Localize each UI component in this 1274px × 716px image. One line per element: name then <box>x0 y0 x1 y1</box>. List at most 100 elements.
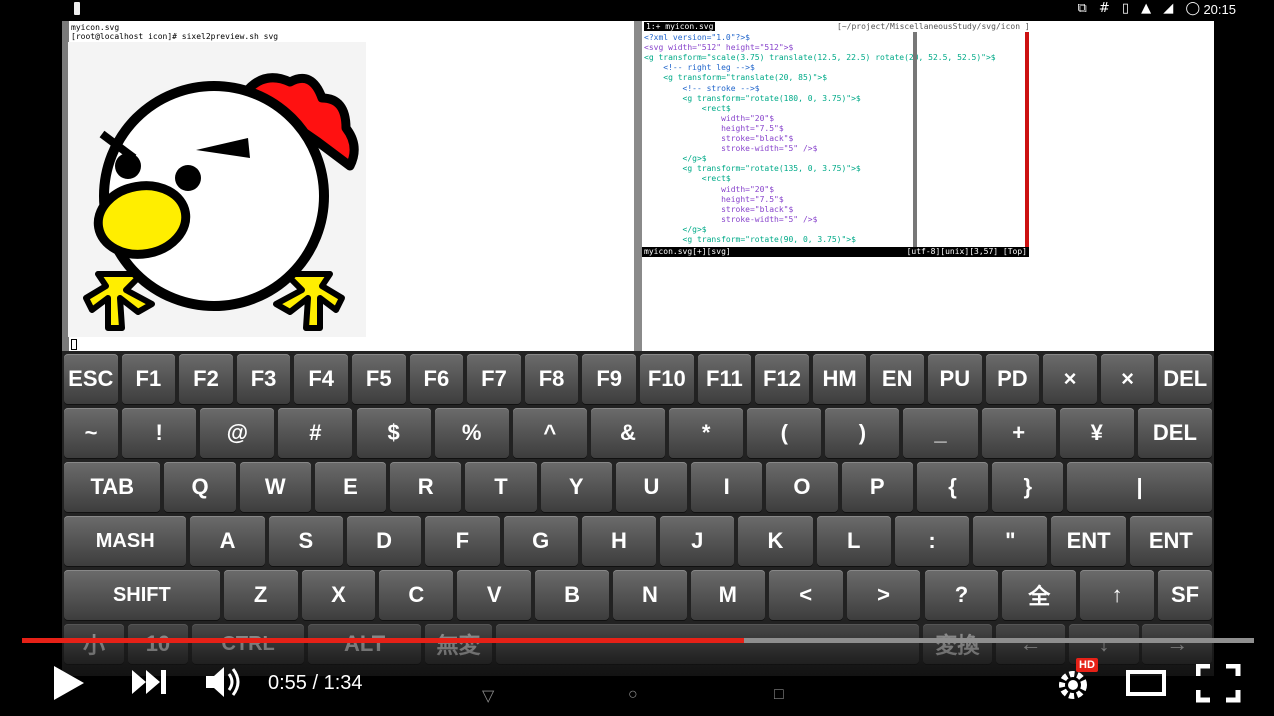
key-y[interactable]: Y <box>540 462 612 512</box>
key-f1[interactable]: F1 <box>121 354 176 404</box>
key-r[interactable]: R <box>390 462 462 512</box>
back-icon[interactable]: ▽ <box>482 686 494 706</box>
key-q[interactable]: Q <box>164 462 236 512</box>
key-n[interactable]: N <box>613 570 687 620</box>
key-p[interactable]: P <box>841 462 913 512</box>
play-icon[interactable] <box>50 664 86 702</box>
key-t[interactable]: T <box>465 462 537 512</box>
home-icon[interactable]: ○ <box>628 686 638 704</box>
key-j[interactable]: J <box>660 516 735 566</box>
key-symbol[interactable]: { <box>916 462 989 512</box>
key-w[interactable]: W <box>239 462 311 512</box>
key-symbol[interactable]: × <box>1043 354 1097 404</box>
fullscreen-icon[interactable] <box>1196 664 1242 704</box>
key-symbol[interactable]: 全 <box>1002 570 1077 620</box>
key-tab[interactable]: TAB <box>64 462 161 512</box>
key-symbol[interactable]: + <box>981 408 1056 458</box>
key-g[interactable]: G <box>503 516 578 566</box>
key-f9[interactable]: F9 <box>582 354 636 404</box>
terminal-cursor <box>71 339 77 350</box>
key-symbol[interactable]: ? <box>924 570 999 620</box>
key-v[interactable]: V <box>457 570 532 620</box>
next-icon[interactable] <box>130 668 170 696</box>
key-u[interactable]: U <box>615 462 688 512</box>
key-hm[interactable]: HM <box>812 354 867 404</box>
key-symbol[interactable]: & <box>590 408 666 458</box>
vim-code-line: <?xml version="1.0"?>$ <box>644 33 750 42</box>
key-f10[interactable]: F10 <box>640 354 694 404</box>
key-k[interactable]: K <box>738 516 813 566</box>
key-d[interactable]: D <box>346 516 422 566</box>
key-symbol[interactable]: | <box>1067 462 1212 512</box>
key-e[interactable]: E <box>314 462 387 512</box>
key-symbol[interactable]: : <box>894 516 970 566</box>
key-symbol[interactable]: % <box>434 408 509 458</box>
key-i[interactable]: I <box>691 462 763 512</box>
vim-tabline: 1:+ myicon.svg [~/project/MiscellaneousS… <box>642 22 1029 32</box>
key-ent[interactable]: ENT <box>1051 516 1126 566</box>
theater-icon[interactable] <box>1126 670 1168 696</box>
key-a[interactable]: A <box>190 516 265 566</box>
key-o[interactable]: O <box>766 462 838 512</box>
key-symbol[interactable]: ^ <box>512 408 587 458</box>
vim-tab-active[interactable]: 1:+ myicon.svg <box>644 22 716 31</box>
key-symbol[interactable]: _ <box>903 408 978 458</box>
key-mash[interactable]: MASH <box>64 516 187 566</box>
key-symbol[interactable]: $ <box>356 408 431 458</box>
key-symbol[interactable]: ) <box>825 408 900 458</box>
key-symbol[interactable]: @ <box>200 408 275 458</box>
key-f3[interactable]: F3 <box>236 354 291 404</box>
vim-code-line: <g transform="rotate(135, 0, 3.75)">$ <box>644 164 861 174</box>
key-f12[interactable]: F12 <box>755 354 809 404</box>
key-symbol[interactable]: > <box>846 570 921 620</box>
key-x[interactable]: X <box>301 570 376 620</box>
key-symbol[interactable]: ~ <box>64 408 119 458</box>
key-symbol[interactable]: # <box>278 408 353 458</box>
key-ent[interactable]: ENT <box>1129 516 1212 566</box>
chick-preview-image <box>68 42 366 337</box>
key-en[interactable]: EN <box>870 354 924 404</box>
key-s[interactable]: S <box>268 516 343 566</box>
key-symbol[interactable]: < <box>768 570 843 620</box>
key-pu[interactable]: PU <box>928 354 982 404</box>
key-h[interactable]: H <box>581 516 657 566</box>
key-f4[interactable]: F4 <box>294 354 348 404</box>
key-f6[interactable]: F6 <box>409 354 464 404</box>
key-b[interactable]: B <box>535 570 610 620</box>
key-symbol[interactable]: ! <box>122 408 197 458</box>
terminal-line: myicon.svg <box>71 23 120 32</box>
key-sf[interactable]: SF <box>1158 570 1212 620</box>
key-pd[interactable]: PD <box>985 354 1040 404</box>
key-symbol[interactable]: ↑ <box>1080 570 1155 620</box>
key-l[interactable]: L <box>816 516 891 566</box>
status-bar: ⧉ # ▯ ▲ ◢ ◯ 20:15 <box>0 0 1274 20</box>
vim-editor[interactable]: 1:+ myicon.svg [~/project/MiscellaneousS… <box>642 21 1029 257</box>
pane-divider[interactable] <box>634 21 642 351</box>
key-symbol[interactable]: ( <box>747 408 822 458</box>
volume-icon[interactable] <box>204 664 244 700</box>
key-c[interactable]: C <box>379 570 454 620</box>
key-esc[interactable]: ESC <box>64 354 118 404</box>
progress-fill <box>22 638 744 643</box>
key-del[interactable]: DEL <box>1137 408 1212 458</box>
recents-icon[interactable]: □ <box>774 686 784 704</box>
key-shift[interactable]: SHIFT <box>64 570 220 620</box>
key-f11[interactable]: F11 <box>697 354 752 404</box>
key-f[interactable]: F <box>425 516 500 566</box>
key-z[interactable]: Z <box>223 570 298 620</box>
key-symbol[interactable]: * <box>669 408 744 458</box>
key-symbol[interactable]: ¥ <box>1059 408 1134 458</box>
vim-code-line: <rect$ <box>644 174 731 184</box>
right-terminal-pane[interactable]: 1:+ myicon.svg [~/project/MiscellaneousS… <box>642 21 1214 351</box>
key-symbol[interactable]: } <box>992 462 1064 512</box>
key-symbol[interactable]: × <box>1100 354 1155 404</box>
vim-code-line: stroke="black"$ <box>644 204 794 214</box>
key-symbol[interactable]: " <box>973 516 1048 566</box>
key-del[interactable]: DEL <box>1158 354 1212 404</box>
key-f2[interactable]: F2 <box>179 354 233 404</box>
vim-code-line: <g transform="translate(20, 85)">$ <box>644 73 828 83</box>
key-f5[interactable]: F5 <box>352 354 406 404</box>
key-f7[interactable]: F7 <box>467 354 521 404</box>
key-m[interactable]: M <box>690 570 765 620</box>
key-f8[interactable]: F8 <box>524 354 579 404</box>
